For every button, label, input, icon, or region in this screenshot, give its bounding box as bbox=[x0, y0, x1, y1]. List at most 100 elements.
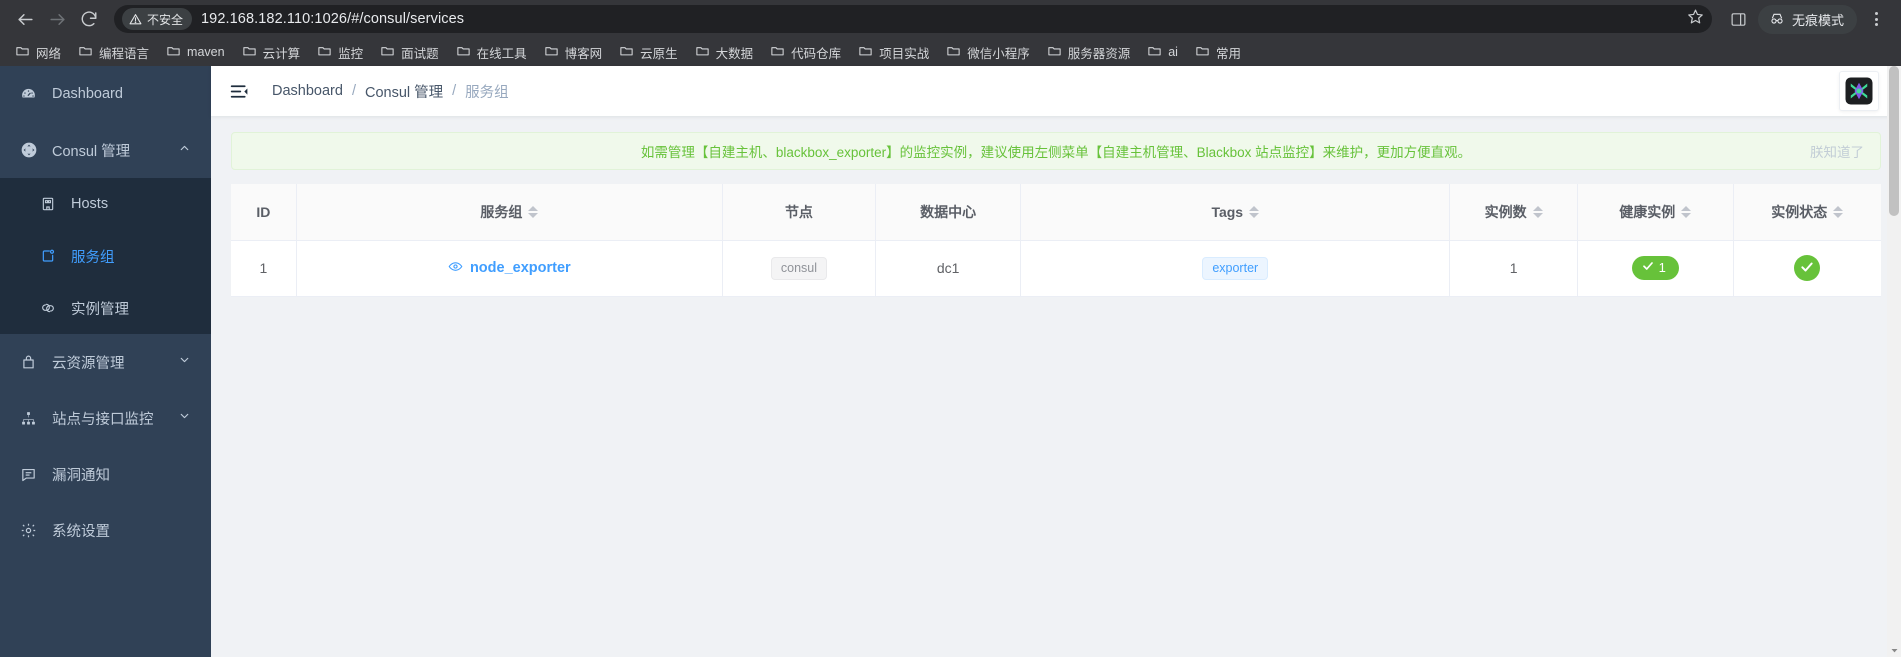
service-group-icon bbox=[40, 248, 62, 264]
bookmark-label: 服务器资源 bbox=[1067, 46, 1131, 61]
side-panel-icon[interactable] bbox=[1724, 4, 1754, 34]
bookmark-label: 微信小程序 bbox=[967, 46, 1030, 61]
bookmark-label: 云原生 bbox=[640, 46, 678, 61]
sort-icon[interactable] bbox=[1532, 205, 1543, 218]
bookmark-item[interactable]: 博客网 bbox=[536, 40, 611, 65]
sidebar-item-label: Dashboard bbox=[52, 86, 123, 102]
sidebar-item-system-settings[interactable]: 系统设置 bbox=[0, 502, 211, 558]
folder-icon bbox=[858, 43, 873, 61]
sidebar-item-dashboard[interactable]: Dashboard bbox=[0, 66, 211, 122]
content-area: 如需管理【自建主机、blackbox_exporter】的监控实例，建议使用左侧… bbox=[211, 116, 1901, 657]
folder-icon bbox=[770, 43, 785, 61]
reload-button[interactable] bbox=[74, 4, 104, 34]
table-header-row: ID 服务组 节点 数据中心 Tags 实例数 健康实例 实例状态 bbox=[231, 184, 1881, 241]
main-area: Dashboard / Consul 管理 / 服务组 如需管理【自建主机、bl… bbox=[211, 66, 1901, 657]
page-scrollbar[interactable] bbox=[1887, 66, 1901, 657]
bookmark-item[interactable]: 面试题 bbox=[372, 40, 447, 65]
sidebar-item-cloud-resources[interactable]: 云资源管理 bbox=[0, 334, 211, 390]
column-label: 健康实例 bbox=[1619, 203, 1676, 220]
incognito-indicator[interactable]: 无痕模式 bbox=[1757, 4, 1857, 34]
breadcrumb-item-consul[interactable]: Consul 管理 bbox=[365, 81, 443, 102]
bookmark-label: 在线工具 bbox=[476, 46, 527, 61]
logo-icon bbox=[1845, 77, 1873, 105]
healthy-badge: 1 bbox=[1631, 256, 1679, 280]
column-header-id: ID bbox=[231, 184, 297, 241]
column-label: 数据中心 bbox=[920, 203, 977, 220]
app-logo[interactable] bbox=[1839, 71, 1879, 111]
security-label: 不安全 bbox=[147, 12, 184, 27]
table-row[interactable]: 1 node_exporter consul dc1 exporter 1 1 bbox=[231, 240, 1881, 297]
bookmark-item[interactable]: 云计算 bbox=[234, 40, 309, 65]
back-button[interactable] bbox=[10, 4, 40, 34]
breadcrumb-separator: / bbox=[351, 83, 356, 99]
address-bar[interactable]: 不安全 192.168.182.110:1026/#/consul/servic… bbox=[114, 5, 1712, 33]
bookmark-item[interactable]: 常用 bbox=[1187, 40, 1249, 65]
column-label: 实例状态 bbox=[1771, 203, 1828, 220]
sidebar-item-site-monitor[interactable]: 站点与接口监控 bbox=[0, 390, 211, 446]
bookmark-item[interactable]: 微信小程序 bbox=[938, 40, 1038, 65]
scroll-down-arrow-icon[interactable] bbox=[1888, 644, 1900, 656]
table-body: 1 node_exporter consul dc1 exporter 1 1 bbox=[231, 240, 1881, 297]
bookmark-label: maven bbox=[187, 45, 225, 59]
chevron-up-icon bbox=[178, 142, 191, 159]
breadcrumb: Dashboard / Consul 管理 / 服务组 bbox=[272, 81, 509, 102]
column-header-tags[interactable]: Tags bbox=[1020, 184, 1451, 241]
chevron-down-icon bbox=[178, 354, 191, 371]
bookmark-item[interactable]: 云原生 bbox=[611, 40, 686, 65]
sidebar-item-instance[interactable]: 实例管理 bbox=[0, 282, 211, 334]
folder-icon bbox=[1195, 43, 1210, 61]
service-group-table: ID 服务组 节点 数据中心 Tags 实例数 健康实例 实例状态 1 node… bbox=[231, 184, 1881, 297]
bookmark-item[interactable]: 大数据 bbox=[687, 40, 762, 65]
column-header-instance-count[interactable]: 实例数 bbox=[1449, 184, 1579, 241]
column-label: 节点 bbox=[784, 203, 813, 220]
sidebar-item-vulnerability-notice[interactable]: 漏洞通知 bbox=[0, 446, 211, 502]
info-alert: 如需管理【自建主机、blackbox_exporter】的监控实例，建议使用左侧… bbox=[231, 132, 1881, 170]
bookmark-item[interactable]: 项目实战 bbox=[850, 40, 937, 65]
sort-icon[interactable] bbox=[1833, 205, 1844, 218]
sidebar-item-service-group[interactable]: 服务组 bbox=[0, 230, 211, 282]
sidebar-item-hosts[interactable]: Hosts bbox=[0, 178, 211, 230]
sidebar-submenu-consul: Hosts 服务组 实例管理 bbox=[0, 178, 211, 334]
bookmark-label: 常用 bbox=[1215, 46, 1241, 61]
sidebar-item-label: 服务组 bbox=[71, 249, 115, 266]
tag-chip: exporter bbox=[1202, 256, 1269, 280]
bookmark-label: 项目实战 bbox=[879, 46, 930, 61]
bookmark-label: 代码仓库 bbox=[791, 46, 842, 61]
bookmark-item[interactable]: ai bbox=[1139, 40, 1186, 64]
sidebar: Dashboard Consul 管理 Hosts 服务组 实例管理 云资源管理… bbox=[0, 66, 211, 657]
sitemap-icon bbox=[20, 410, 44, 427]
bookmark-item[interactable]: maven bbox=[158, 40, 233, 64]
bookmark-star-icon[interactable] bbox=[1687, 8, 1704, 30]
sort-icon[interactable] bbox=[1249, 205, 1260, 218]
toolbar-right: 无痕模式 bbox=[1720, 4, 1891, 34]
folder-icon bbox=[456, 43, 471, 61]
service-group-link[interactable]: node_exporter bbox=[448, 259, 571, 278]
bookmark-item[interactable]: 网络 bbox=[7, 40, 69, 65]
bookmark-item[interactable]: 代码仓库 bbox=[762, 40, 849, 65]
column-header-datacenter: 数据中心 bbox=[875, 184, 1022, 241]
scrollbar-thumb[interactable] bbox=[1889, 66, 1899, 216]
column-header-service-group[interactable]: 服务组 bbox=[296, 184, 723, 241]
bookmark-item[interactable]: 在线工具 bbox=[448, 40, 535, 65]
column-header-healthy-instances[interactable]: 健康实例 bbox=[1577, 184, 1734, 241]
sidebar-item-consul[interactable]: Consul 管理 bbox=[0, 122, 211, 178]
alert-dismiss-button[interactable]: 朕知道了 bbox=[1810, 141, 1864, 161]
bookmark-item[interactable]: 服务器资源 bbox=[1039, 40, 1139, 65]
sort-icon[interactable] bbox=[528, 205, 539, 218]
sort-icon[interactable] bbox=[1681, 205, 1692, 218]
column-header-instance-status[interactable]: 实例状态 bbox=[1733, 184, 1881, 241]
forward-button[interactable] bbox=[42, 4, 72, 34]
bookmarks-bar: 网络 编程语言 maven 云计算 监控 面试题 在线工具 博客网 云原生 大数… bbox=[0, 38, 1901, 66]
browser-menu-icon[interactable] bbox=[1861, 4, 1891, 34]
folder-icon bbox=[166, 43, 181, 61]
dashboard-icon bbox=[20, 86, 44, 103]
folder-icon bbox=[380, 43, 395, 61]
url-text: 192.168.182.110:1026/#/consul/services bbox=[201, 11, 465, 27]
cell-tags: exporter bbox=[1020, 240, 1451, 297]
breadcrumb-item-dashboard[interactable]: Dashboard bbox=[272, 83, 343, 99]
bookmark-item[interactable]: 编程语言 bbox=[70, 40, 157, 65]
bookmark-item[interactable]: 监控 bbox=[309, 40, 371, 65]
folder-icon bbox=[317, 43, 332, 61]
security-chip[interactable]: 不安全 bbox=[122, 8, 193, 30]
collapse-sidebar-icon[interactable] bbox=[229, 81, 250, 102]
